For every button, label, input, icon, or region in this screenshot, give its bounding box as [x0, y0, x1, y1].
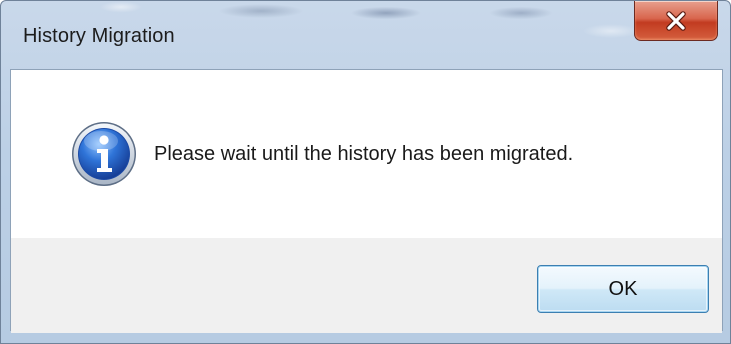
close-button[interactable] [634, 1, 718, 41]
title-bar[interactable]: History Migration [1, 1, 730, 69]
message-text: Please wait until the history has been m… [154, 143, 574, 165]
message-area: Please wait until the history has been m… [11, 70, 722, 238]
dialog-window: History Migration Please wait until the … [0, 0, 731, 344]
dialog-content: Please wait until the history has been m… [10, 69, 723, 333]
window-title: History Migration [23, 25, 175, 47]
ok-button[interactable]: OK [537, 265, 709, 313]
info-icon [71, 121, 137, 187]
button-area: OK [11, 238, 722, 333]
close-icon [665, 10, 687, 31]
